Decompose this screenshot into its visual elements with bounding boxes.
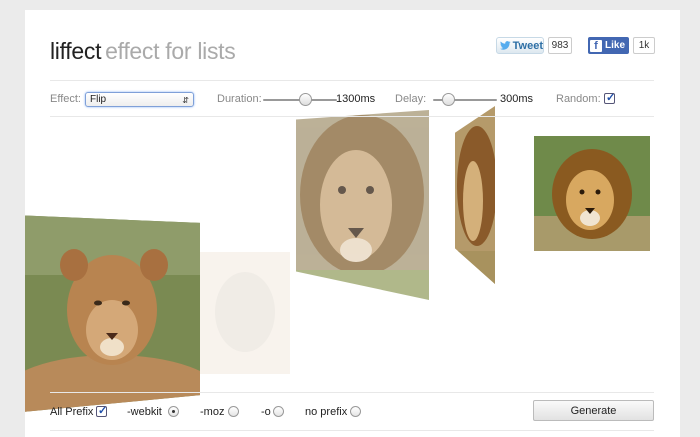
tweet-button[interactable]: Tweet xyxy=(496,37,544,54)
checkmark-icon: ✓ xyxy=(606,92,616,104)
divider-footer xyxy=(50,430,654,431)
duration-label: Duration: xyxy=(217,93,262,105)
o-radio[interactable] xyxy=(273,406,284,417)
duration-slider-thumb[interactable] xyxy=(299,93,312,106)
duration-value: 1300ms xyxy=(336,93,376,105)
gallery-image-2 xyxy=(296,110,429,300)
delay-value: 300ms xyxy=(500,93,534,105)
gallery-image-1 xyxy=(200,252,290,374)
effect-select[interactable]: Flip ⇵ xyxy=(85,92,194,107)
divider-top xyxy=(50,80,654,81)
lion-icon xyxy=(200,252,290,374)
title-sub: effect for lists xyxy=(105,38,236,64)
random-label: Random: xyxy=(556,93,601,105)
divider-controls xyxy=(50,116,654,117)
all-prefix-checkbox[interactable]: ✓ xyxy=(96,405,108,417)
effect-select-value: Flip xyxy=(90,94,107,105)
divider-bottom xyxy=(50,392,654,393)
tweet-count: 983 xyxy=(548,37,572,54)
page-title: liffect effect for lists xyxy=(50,38,236,65)
facebook-like-button[interactable]: f Like xyxy=(588,37,629,54)
delay-label: Delay: xyxy=(395,93,427,105)
select-arrows-icon: ⇵ xyxy=(182,96,189,105)
lion-icon xyxy=(534,136,650,251)
twitter-bird-icon xyxy=(500,41,511,50)
all-prefix-label: All Prefix xyxy=(50,406,94,418)
lioness-icon xyxy=(25,215,200,413)
moz-label: -moz xyxy=(200,406,225,418)
lion-icon xyxy=(296,110,429,300)
random-checkbox[interactable]: ✓ xyxy=(604,92,616,104)
o-label: -o xyxy=(261,406,271,418)
gallery-image-3 xyxy=(455,106,495,284)
delay-slider-thumb[interactable] xyxy=(442,93,455,106)
gallery-image-4 xyxy=(534,136,650,251)
like-label: Like xyxy=(605,40,626,51)
webkit-radio[interactable] xyxy=(168,406,179,417)
facebook-icon: f xyxy=(590,39,602,52)
effect-label: Effect: xyxy=(50,93,81,105)
checkmark-icon: ✓ xyxy=(98,405,108,417)
gallery-image-0 xyxy=(25,215,200,413)
webkit-label: -webkit xyxy=(127,406,162,418)
lion-icon xyxy=(455,106,495,284)
title-main: liffect xyxy=(50,38,102,64)
page: liffect effect for lists Tweet 983 f Like… xyxy=(25,10,680,437)
generate-button[interactable]: Generate xyxy=(533,400,654,421)
moz-radio[interactable] xyxy=(228,406,239,417)
radio-selected-dot xyxy=(172,410,175,413)
no-prefix-radio[interactable] xyxy=(350,406,361,417)
no-prefix-label: no prefix xyxy=(305,406,348,418)
tweet-label: Tweet xyxy=(512,39,543,52)
like-count: 1k xyxy=(633,37,655,54)
